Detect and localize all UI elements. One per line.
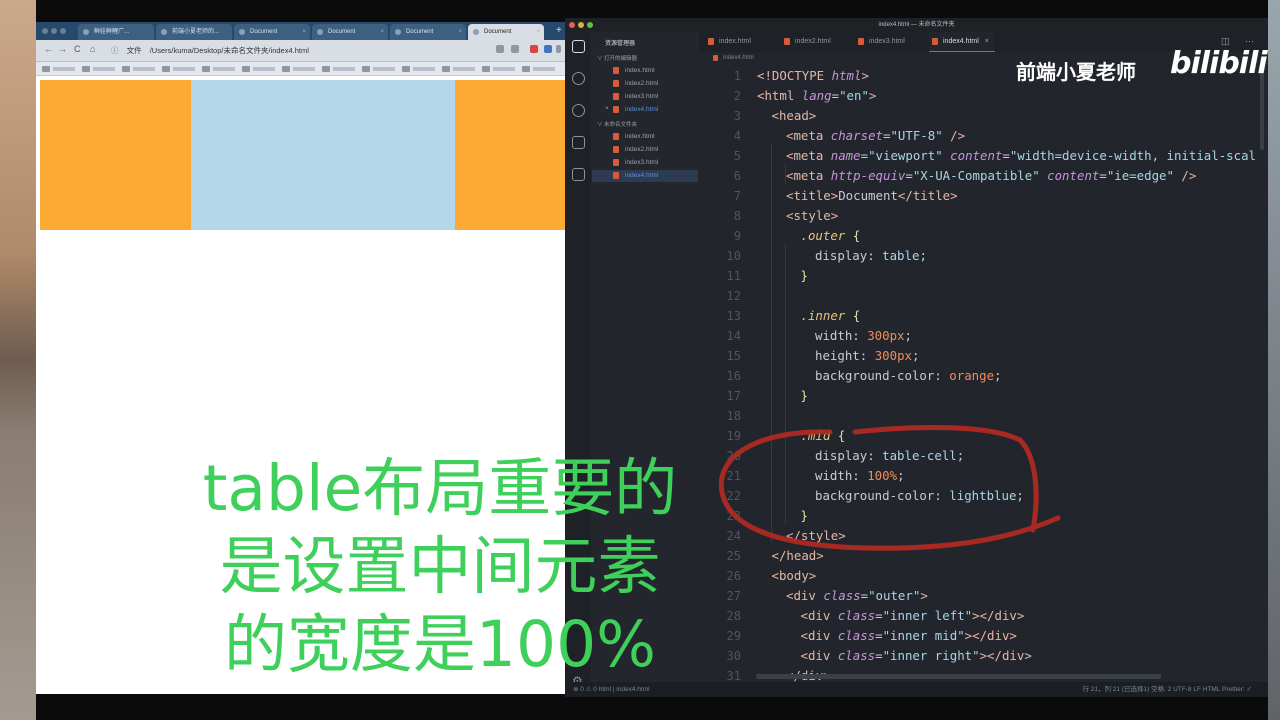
caption-line: 的宽度是100% (223, 608, 657, 681)
caption-line: 是设置中间元素 (219, 530, 661, 603)
caption-overlay: table布局重要的 是设置中间元素 的宽度是100% (150, 450, 730, 684)
caption-line: table布局重要的 (202, 452, 678, 525)
screen: 鲜娃鲜鲤广... 前端小夏老师的... Document × Document × … (0, 0, 1280, 720)
